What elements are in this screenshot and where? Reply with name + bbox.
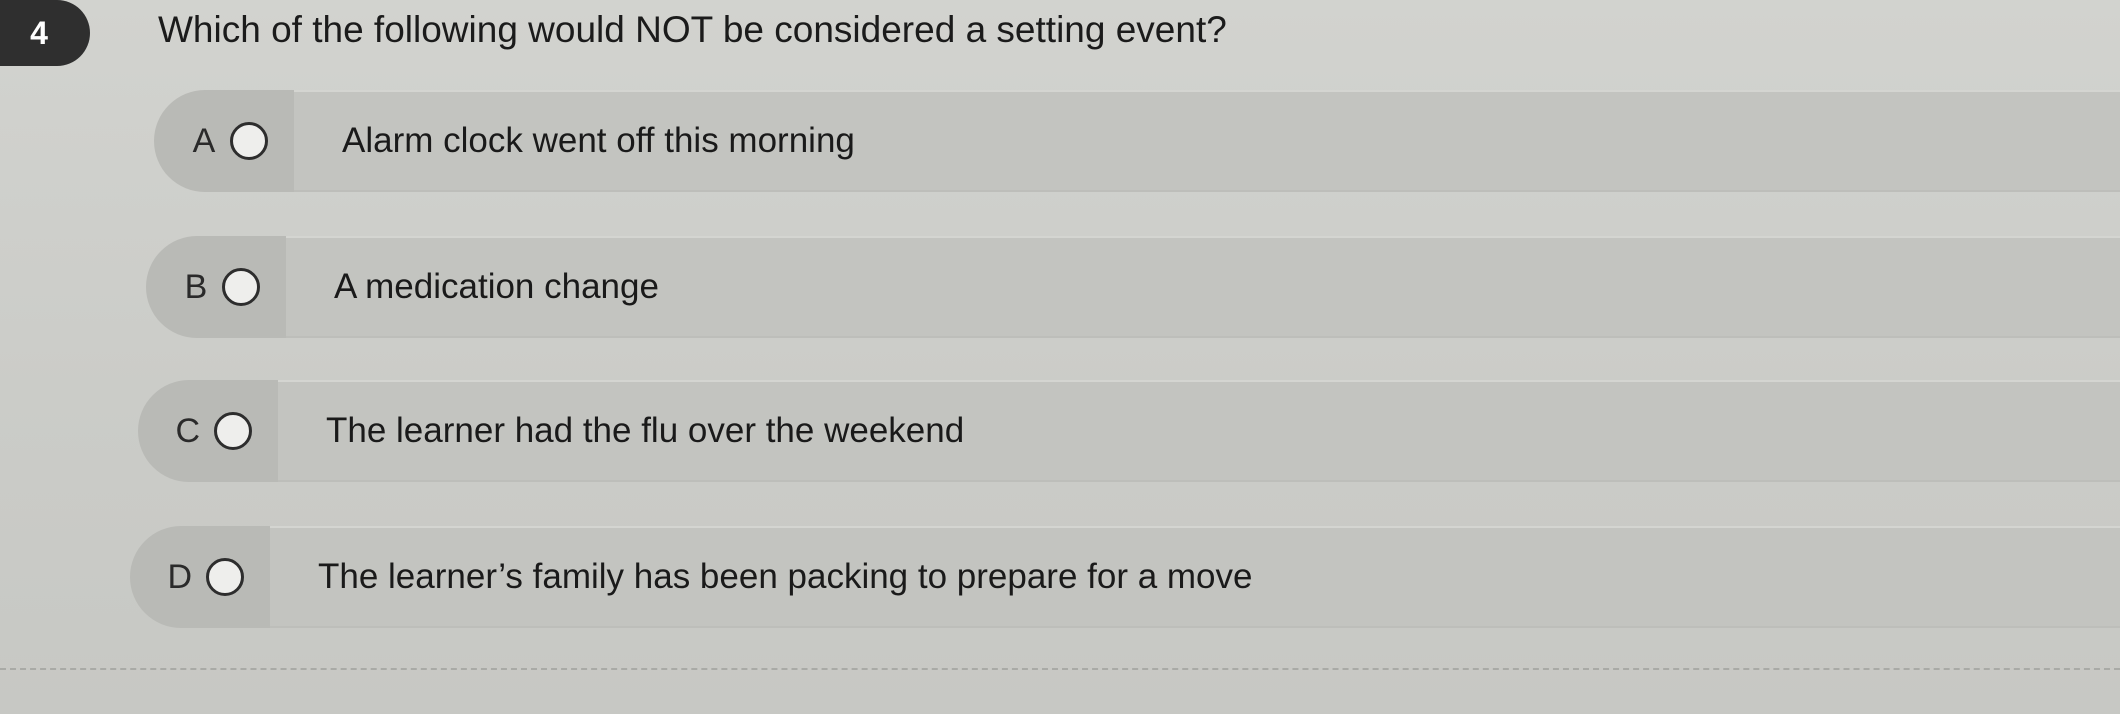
radio-icon[interactable] — [214, 412, 252, 450]
answer-option-b-selector[interactable]: B — [146, 236, 286, 338]
answer-option-b[interactable]: B A medication change — [146, 236, 2120, 338]
radio-icon[interactable] — [222, 268, 260, 306]
option-text: The learner’s family has been packing to… — [318, 557, 1253, 596]
answer-option-c[interactable]: C The learner had the flu over the weeke… — [138, 380, 2120, 482]
answer-option-a[interactable]: A Alarm clock went off this morning — [154, 90, 2120, 192]
answer-option-a-selector[interactable]: A — [154, 90, 294, 192]
option-letter: B — [184, 267, 208, 306]
answer-option-d[interactable]: D The learner’s family has been packing … — [130, 526, 2120, 628]
option-text: A medication change — [334, 267, 659, 306]
answer-option-a-body[interactable]: Alarm clock went off this morning — [294, 90, 2120, 192]
radio-icon[interactable] — [230, 122, 268, 160]
radio-icon[interactable] — [206, 558, 244, 596]
option-letter: C — [175, 411, 200, 450]
question-number-badge: 4 — [0, 0, 90, 66]
answer-option-c-selector[interactable]: C — [138, 380, 278, 482]
question-divider — [0, 668, 2120, 670]
answer-option-d-selector[interactable]: D — [130, 526, 270, 628]
question-number: 4 — [30, 14, 48, 51]
option-letter: D — [167, 557, 192, 596]
answer-option-b-body[interactable]: A medication change — [286, 236, 2120, 338]
answer-option-c-body[interactable]: The learner had the flu over the weekend — [278, 380, 2120, 482]
question-text: Which of the following would NOT be cons… — [158, 9, 1227, 50]
option-letter: A — [192, 121, 216, 160]
answer-option-d-body[interactable]: The learner’s family has been packing to… — [270, 526, 2120, 628]
option-text: Alarm clock went off this morning — [342, 121, 855, 160]
option-text: The learner had the flu over the weekend — [326, 411, 965, 450]
